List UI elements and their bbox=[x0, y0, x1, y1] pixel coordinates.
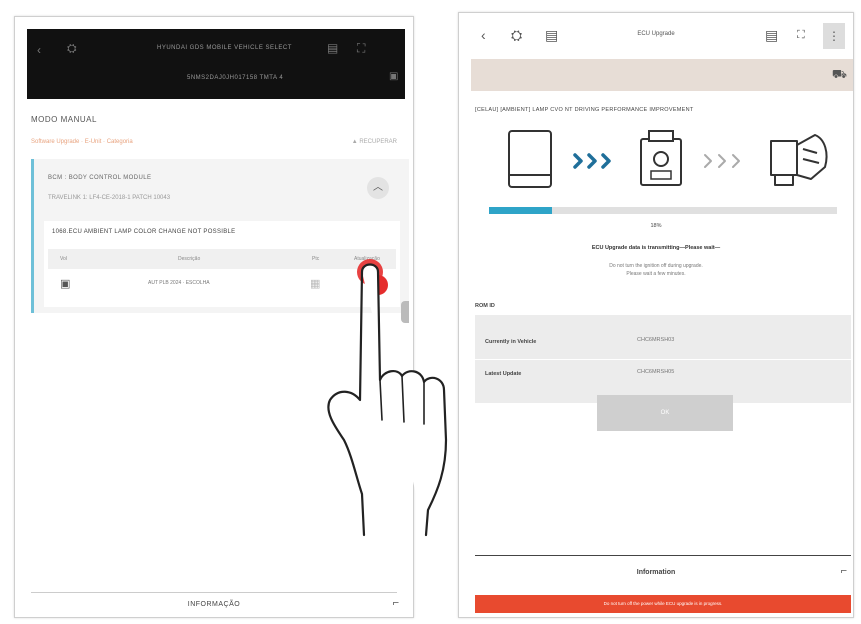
page-title: ECU Upgrade bbox=[637, 31, 675, 37]
fullscreen-icon[interactable]: ⛶ bbox=[357, 41, 365, 56]
folder-icon[interactable]: ▤ bbox=[327, 41, 338, 55]
row-key-latest: Latest Update bbox=[485, 371, 522, 377]
expand-icon[interactable]: ⌐ bbox=[841, 565, 847, 577]
ok-button[interactable]: OK bbox=[597, 395, 733, 431]
folder-icon[interactable]: ▤ bbox=[765, 27, 778, 44]
mode-title: MODO MANUAL bbox=[31, 115, 97, 124]
top-bar: ‹ ⛭ ▤ ECU Upgrade ▤ ⛶ ⋮ bbox=[459, 13, 853, 59]
information-footer-label[interactable]: Information bbox=[459, 569, 853, 576]
header-title: HYUNDAI GDS MOBILE VEHICLE SELECT bbox=[157, 45, 292, 51]
row-divider bbox=[475, 359, 851, 360]
rom-id-label: ROM ID bbox=[475, 303, 495, 309]
footer-divider bbox=[475, 555, 851, 556]
tablet-icon bbox=[508, 130, 552, 188]
row-value-current: CHC6MRSH03 bbox=[637, 337, 675, 343]
tap-gesture-hand-icon bbox=[327, 259, 448, 537]
fullscreen-icon[interactable]: ⛶ bbox=[797, 29, 805, 42]
header-vin: 5NMS2DAJ0JH017158 TMTA 4 bbox=[187, 75, 284, 81]
progress-fill bbox=[489, 207, 552, 214]
car-icon[interactable]: ⛟ bbox=[832, 67, 847, 83]
left-header-bar: ‹ ⛭ HYUNDAI GDS MOBILE VEHICLE SELECT ▤ … bbox=[27, 29, 405, 99]
info-footer-label[interactable]: INFORMAÇÃO bbox=[15, 601, 413, 608]
status-message: ECU Upgrade data is transmitting—Please … bbox=[591, 245, 721, 251]
chevron-arrows-icon bbox=[704, 154, 740, 168]
col-header-description: Descrição bbox=[178, 256, 201, 262]
rom-id-table: Currently in Vehicle CHC6MRSH03 Latest U… bbox=[475, 315, 851, 403]
more-vertical-icon[interactable]: ⋮ bbox=[823, 23, 845, 49]
recover-link[interactable]: ▲ RECUPERAR bbox=[352, 139, 397, 145]
vci-device-icon bbox=[640, 130, 682, 186]
settings-icon[interactable]: ▣ bbox=[389, 71, 398, 82]
breadcrumb[interactable]: Software Upgrade · E-Unit · Categoria bbox=[31, 139, 133, 145]
col-header-vol: Vol bbox=[60, 256, 67, 262]
upgrade-flow-diagram bbox=[508, 130, 828, 188]
alert-bar: Do not turn off the power while ECU upgr… bbox=[475, 595, 851, 613]
right-tablet-screen: ‹ ⛭ ▤ ECU Upgrade ▤ ⛶ ⋮ ⛟ [CELAU] [AMBIE… bbox=[458, 12, 854, 618]
row-key-current: Currently in Vehicle bbox=[485, 339, 537, 345]
expand-icon[interactable]: ⌐ bbox=[393, 597, 399, 609]
vehicle-icon[interactable]: ⛭ bbox=[67, 41, 77, 56]
footer-divider bbox=[31, 592, 397, 593]
document-icon[interactable]: ▣ bbox=[60, 277, 70, 290]
ecu-upgrade-name: [CELAU] [AMBIENT] LAMP CVO NT DRIVING PE… bbox=[475, 107, 694, 113]
row-description: AUT PLB 2024 · ESCOLHA bbox=[148, 280, 210, 286]
ecu-subtitle: TRAVELINK 1: LF4-CE-2018-1 PATCH 10043 bbox=[48, 195, 171, 201]
warning-note-2: Please wait a few minutes. bbox=[626, 271, 686, 277]
progress-percent: 18% bbox=[650, 223, 662, 229]
row-value-latest: CHC6MRSH05 bbox=[637, 369, 675, 375]
ecu-title: BCM : BODY CONTROL MODULE bbox=[48, 175, 152, 181]
car-engine-icon bbox=[770, 134, 828, 186]
vehicle-band: ⛟ bbox=[471, 59, 853, 91]
upgrade-progress-bar bbox=[489, 207, 837, 214]
warning-note-1: Do not turn the ignition off during upgr… bbox=[609, 263, 703, 269]
collapse-button[interactable]: ︿ bbox=[367, 177, 389, 199]
chevron-arrows-icon bbox=[573, 153, 611, 169]
upgrade-item-title: 1068.ECU AMBIENT LAMP COLOR CHANGE NOT P… bbox=[52, 229, 236, 235]
chevron-left-icon[interactable]: ‹ bbox=[37, 43, 41, 57]
